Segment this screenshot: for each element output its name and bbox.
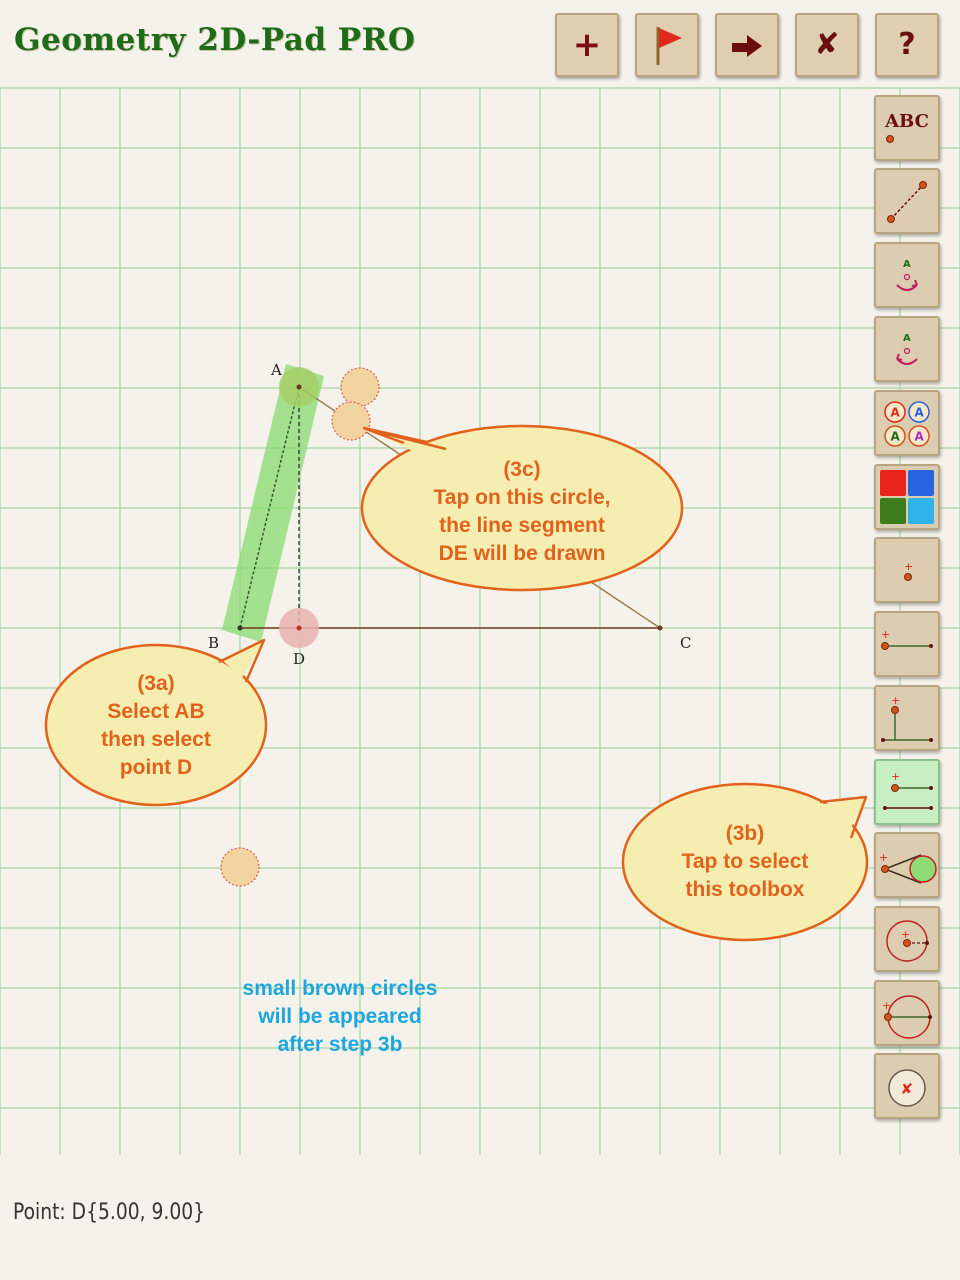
clear-button[interactable]: ✘ <box>795 13 859 77</box>
point-c-label: C <box>680 634 691 652</box>
point-d-dot[interactable] <box>296 625 302 631</box>
callout-3a-text: (3a) Select AB then select point D <box>101 672 211 779</box>
point-dot-icon <box>886 135 895 143</box>
abc-label-icon: ABC <box>885 111 929 132</box>
svg-text:A: A <box>891 406 901 420</box>
redo-button[interactable] <box>715 13 779 77</box>
candidate-circle[interactable] <box>220 847 260 887</box>
rotate-cw-icon: A <box>896 333 918 365</box>
circle-radius-tool[interactable]: + <box>874 906 940 972</box>
svg-text:+: + <box>882 999 891 1012</box>
tangent-tool[interactable]: + <box>874 832 940 898</box>
circle-diameter-tool[interactable]: + <box>874 980 940 1046</box>
segment-ab-selection-highlight <box>222 364 324 642</box>
svg-text:A: A <box>891 430 901 444</box>
svg-text:A: A <box>915 406 925 420</box>
flag-icon <box>656 27 682 65</box>
label-style-tool[interactable]: A A A A <box>874 390 940 456</box>
color-tool[interactable] <box>874 464 940 530</box>
palette-blue[interactable] <box>908 470 934 496</box>
svg-text:A: A <box>903 259 911 270</box>
point-b-label: B <box>208 634 219 652</box>
delete-tool[interactable]: ✘ <box>874 1053 940 1119</box>
svg-text:+: + <box>891 770 900 783</box>
flag-button[interactable] <box>635 13 699 77</box>
circle-radius-icon: + <box>886 920 929 962</box>
callout-3b-text: (3b) Tap to select this toolbox <box>681 822 809 901</box>
help-button[interactable]: ? <box>875 13 939 77</box>
callout-3c-text: (3c) Tap on this circle, the line segmen… <box>433 458 611 565</box>
palette-cyan[interactable] <box>908 498 934 524</box>
palette-green[interactable] <box>880 498 906 524</box>
status-point-readout: Point: D{5.00, 9.00} <box>13 1200 206 1225</box>
geometry-canvas[interactable]: A B C D <box>0 0 960 1280</box>
perpendicular-tool[interactable]: + <box>874 685 940 751</box>
point-a-label: A <box>270 361 282 379</box>
point-tool[interactable]: + <box>874 537 940 603</box>
rotate-ccw-icon: A <box>896 259 918 291</box>
color-palette-icon <box>880 470 934 524</box>
line-icon: + <box>881 628 933 650</box>
parallel-icon: + <box>883 770 933 810</box>
svg-text:+: + <box>879 851 888 864</box>
svg-text:+: + <box>904 560 913 573</box>
perpendicular-icon: + <box>881 694 933 742</box>
label-tool[interactable]: ABC <box>874 95 940 161</box>
point-b-dot[interactable] <box>237 625 243 631</box>
svg-text:+: + <box>891 694 900 707</box>
candidate-circle[interactable] <box>340 367 380 407</box>
candidate-circle[interactable] <box>331 401 371 441</box>
plus-icon: + <box>572 25 602 65</box>
hint-text: small brown circles will be appeared aft… <box>242 977 438 1056</box>
point-d-label: D <box>293 650 305 668</box>
point-c-dot[interactable] <box>657 625 663 631</box>
svg-text:A: A <box>903 333 911 344</box>
add-button[interactable]: + <box>555 13 619 77</box>
rotate-ccw-tool[interactable]: A <box>874 242 940 308</box>
question-icon: ? <box>898 27 916 62</box>
arrow-right-icon <box>732 35 762 57</box>
tangent-icon: + <box>879 851 937 884</box>
line-tool[interactable]: + <box>874 611 940 677</box>
app-title: Geometry 2D-Pad PRO <box>14 22 416 58</box>
label-style-icon: A A A A <box>884 401 930 447</box>
svg-text:+: + <box>901 928 910 941</box>
svg-text:A: A <box>915 430 925 444</box>
rotate-cw-tool[interactable]: A <box>874 316 940 382</box>
svg-text:+: + <box>881 628 890 641</box>
palette-red[interactable] <box>880 470 906 496</box>
point-icon: + <box>904 560 913 581</box>
delete-icon: ✘ <box>888 1069 926 1107</box>
circle-diameter-icon: + <box>882 995 932 1039</box>
parallel-tool[interactable]: + <box>874 759 940 825</box>
point-a-dot[interactable] <box>296 384 302 390</box>
segment-tool[interactable] <box>874 168 940 234</box>
svg-text:✘: ✘ <box>901 1080 914 1098</box>
x-icon: ✘ <box>814 27 840 62</box>
dashed-segment-icon <box>887 181 927 223</box>
